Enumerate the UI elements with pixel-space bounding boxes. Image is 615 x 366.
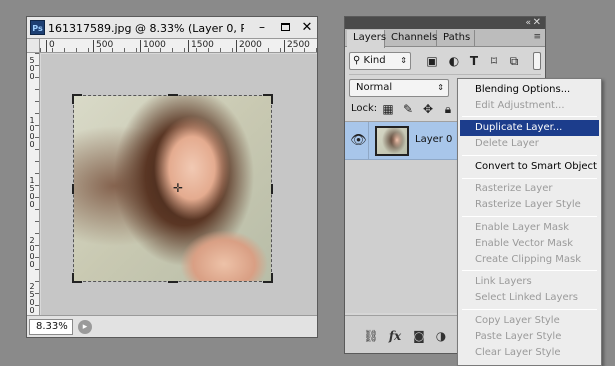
menu-item-link-layers: Link Layers <box>475 276 532 287</box>
blend-mode-select[interactable]: Normal ⇕ <box>349 79 449 97</box>
menu-item-rasterize-layer-style: Rasterize Layer Style <box>475 199 581 210</box>
menu-item-edit-adjustment: Edit Adjustment... <box>475 100 565 111</box>
layer-thumbnail[interactable] <box>375 126 409 156</box>
layer-name[interactable]: Layer 0 <box>415 134 452 145</box>
document-title-bar[interactable]: Ps 161317589.jpg @ 8.33% (Layer 0, R... … <box>27 17 317 39</box>
ruler-label: 1 5 0 0 <box>29 176 35 209</box>
menu-item-select-linked-layers: Select Linked Layers <box>475 292 578 303</box>
link-icon[interactable]: ⛓ <box>363 328 379 344</box>
transform-handle[interactable] <box>72 184 74 194</box>
menu-item-convert-smart-object[interactable]: Convert to Smart Object <box>460 159 599 175</box>
crosshair-cursor-icon: ✛ <box>173 181 184 195</box>
move-icon[interactable]: ✥ <box>421 102 435 116</box>
type-icon[interactable]: T <box>467 54 481 68</box>
transform-handle[interactable] <box>263 94 273 104</box>
smart-object-icon[interactable]: ⧉ <box>507 54 521 68</box>
tab-layers[interactable]: Layers <box>347 30 386 48</box>
horizontal-ruler[interactable]: 0 500 1000 1500 2000 2500 <box>40 39 317 53</box>
image-icon[interactable]: ▣ <box>425 54 439 68</box>
menu-item-create-clipping-mask: Create Clipping Mask <box>475 254 582 265</box>
ruler-label: 2 5 0 0 <box>29 282 35 315</box>
ruler-label: 2500 <box>284 40 310 52</box>
menu-item-blending-options[interactable]: Blending Options... <box>460 82 599 98</box>
ruler-label: 5 0 0 <box>29 56 35 81</box>
status-bar: 8.33% ▸ <box>27 315 317 337</box>
photoshop-icon: Ps <box>30 20 45 35</box>
menu-item-enable-vector-mask: Enable Vector Mask <box>475 238 574 249</box>
half-circle-icon[interactable]: ◑ <box>433 328 449 344</box>
mask-icon[interactable]: ◙ <box>411 328 427 344</box>
layer-context-menu: Blending Options... Edit Adjustment... D… <box>457 78 602 366</box>
transform-handle[interactable] <box>72 94 82 104</box>
close-button[interactable]: ✕ <box>298 20 316 35</box>
ruler-label: 2 0 0 0 <box>29 236 35 269</box>
adjustment-icon[interactable]: ◐ <box>447 54 461 68</box>
updown-icon: ⇕ <box>400 56 407 65</box>
menu-separator <box>462 178 597 179</box>
transform-handle[interactable] <box>168 94 178 96</box>
ruler-label: 1 0 0 0 <box>29 116 35 149</box>
panel-menu-icon[interactable]: ≡ <box>533 32 541 42</box>
menu-separator <box>462 309 597 310</box>
menu-item-copy-layer-style: Copy Layer Style <box>475 315 560 326</box>
filter-kind-select[interactable]: ⚲ Kind ⇕ <box>349 52 411 70</box>
maximize-icon <box>280 23 290 31</box>
menu-separator <box>462 216 597 217</box>
ruler-label: 500 <box>93 40 113 52</box>
shape-icon[interactable]: ⌑ <box>487 54 501 68</box>
menu-separator <box>462 116 597 117</box>
status-menu-icon[interactable]: ▸ <box>78 320 92 334</box>
layer-filter-row: ⚲ Kind ⇕ ▣ ◐ T ⌑ ⧉ <box>349 52 541 72</box>
updown-icon: ⇕ <box>437 83 444 92</box>
zoom-level-field[interactable]: 8.33% <box>29 319 73 335</box>
transform-handle[interactable] <box>271 184 273 194</box>
filter-toggle[interactable] <box>533 52 541 70</box>
tab-paths[interactable]: Paths <box>437 30 475 47</box>
search-icon: ⚲ <box>353 55 364 66</box>
portrait-image[interactable]: ✛ <box>72 94 273 283</box>
filter-kind-value: Kind <box>363 55 386 66</box>
transform-handle[interactable] <box>168 281 178 283</box>
maximize-button[interactable] <box>276 20 294 35</box>
transform-handle[interactable] <box>72 273 82 283</box>
menu-item-paste-layer-style: Paste Layer Style <box>475 331 562 342</box>
checkerboard-icon[interactable]: ▦ <box>381 102 395 116</box>
ruler-label: 2000 <box>236 40 262 52</box>
ruler-label: 0 <box>46 40 55 52</box>
menu-separator <box>462 270 597 271</box>
brush-icon[interactable]: ✎ <box>401 102 415 116</box>
menu-item-clear-layer-style: Clear Layer Style <box>475 347 561 358</box>
vertical-ruler[interactable]: 5 0 0 1 0 0 0 1 5 0 0 2 0 0 0 2 5 0 0 <box>27 53 40 315</box>
minimize-button[interactable]: – <box>253 20 271 35</box>
ruler-label: 1000 <box>140 40 166 52</box>
document-title: 161317589.jpg @ 8.33% (Layer 0, R... <box>48 22 244 35</box>
canvas-area[interactable]: ✛ <box>41 54 317 315</box>
visibility-eye-icon[interactable]: 👁︎ <box>349 122 369 160</box>
collapse-panel-button[interactable]: « <box>525 17 530 29</box>
menu-item-duplicate-layer[interactable]: Duplicate Layer... <box>460 120 599 136</box>
lock-icon[interactable]: 🔒︎ <box>441 102 455 116</box>
tab-channels[interactable]: Channels <box>385 30 437 47</box>
menu-item-enable-layer-mask: Enable Layer Mask <box>475 222 570 233</box>
menu-separator <box>462 155 597 156</box>
panel-tabs: Layers Channels Paths ≡ <box>345 29 545 48</box>
ruler-origin[interactable] <box>27 39 40 53</box>
menu-item-delete-layer: Delete Layer <box>475 138 539 149</box>
transform-handle[interactable] <box>263 273 273 283</box>
blend-mode-value: Normal <box>356 82 393 93</box>
menu-item-rasterize-layer: Rasterize Layer <box>475 183 553 194</box>
ruler-label: 1500 <box>188 40 214 52</box>
panel-header-bar[interactable]: « ✕ <box>345 17 545 29</box>
close-panel-button[interactable]: ✕ <box>533 17 541 29</box>
document-window: Ps 161317589.jpg @ 8.33% (Layer 0, R... … <box>26 16 318 338</box>
fx-icon[interactable]: fx <box>387 328 403 344</box>
lock-label: Lock: <box>351 103 378 114</box>
